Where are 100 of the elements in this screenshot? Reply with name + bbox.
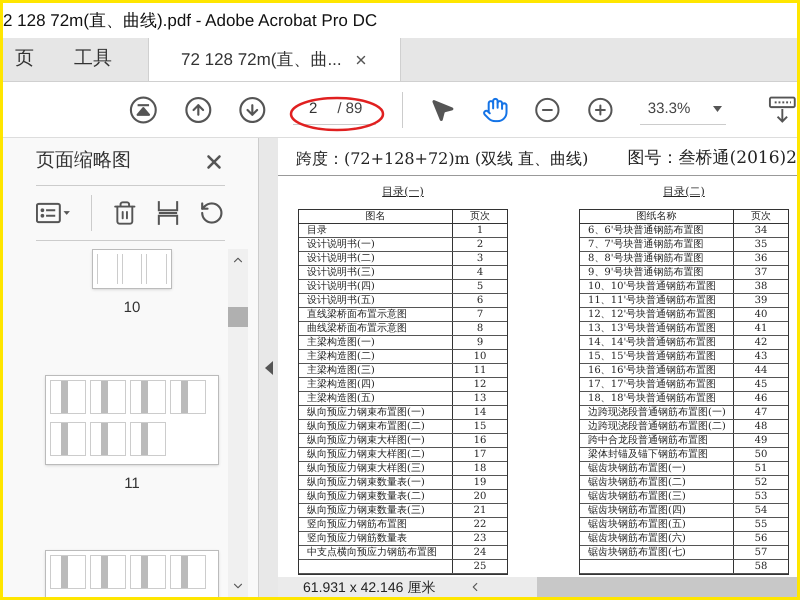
page-thumbnail[interactable] xyxy=(92,249,172,289)
table-cell: 边跨现浇段普通钢筋布置图(二) xyxy=(580,420,734,432)
column-header: 页次 xyxy=(750,210,772,222)
table-cell: 竖向预应力钢筋数量表 xyxy=(299,532,453,544)
horizontal-scroll-thumb[interactable] xyxy=(537,577,797,597)
delete-icon[interactable] xyxy=(112,199,138,227)
table-cell-text: 2 xyxy=(476,238,484,250)
table-cell: 6、6'号块普通钢筋布置图 xyxy=(580,224,734,236)
table-cell: 直线梁桥面布置示意图 xyxy=(299,308,453,320)
column-header: 页次 xyxy=(469,210,491,222)
crop-pages-icon[interactable] xyxy=(157,199,180,227)
table-cell-text: 44 xyxy=(754,364,768,376)
table-cell-text: 49 xyxy=(754,434,768,446)
collapse-arrow-icon[interactable] xyxy=(264,360,272,374)
table-cell-text: 19 xyxy=(472,476,488,488)
table-cell-text: 11 xyxy=(472,364,488,376)
table-cell-text: 22 xyxy=(472,518,488,530)
table-cell-text: 40 xyxy=(754,308,768,320)
scrollbar[interactable] xyxy=(228,249,248,597)
table-cell: 纵向预应力钢束数量表(三) xyxy=(299,504,453,516)
table-cell-text: 24 xyxy=(472,546,488,558)
table-cell: 12、12'号块普通钢筋布置图 xyxy=(580,308,734,320)
table-cell-text: 55 xyxy=(754,518,768,530)
table-cell-text: 34 xyxy=(754,224,768,236)
toc-title: 目录(一) xyxy=(382,184,424,200)
table-cell: 锯齿块钢筋布置图(四) xyxy=(580,504,734,516)
table-cell: 纵向预应力钢束大样图(三) xyxy=(299,462,453,474)
zoom-out-icon[interactable] xyxy=(534,96,562,124)
table-cell-text: 12 xyxy=(472,378,488,390)
table-cell: 16、16'号块普通钢筋布置图 xyxy=(580,364,734,376)
table-cell: 设计说明书(一) xyxy=(299,238,453,250)
table-cell: 11、11'号块普通钢筋布置图 xyxy=(580,294,734,306)
keyboard-download-icon[interactable] xyxy=(768,94,797,124)
caret-icon xyxy=(713,106,722,112)
table-cell: 设计说明书(五) xyxy=(299,294,453,306)
table-cell-text: 51 xyxy=(754,462,768,474)
table-cell: 设计说明书(三) xyxy=(299,266,453,278)
table-cell-text: 10 xyxy=(472,350,488,362)
table-cell: 主梁构造图(五) xyxy=(299,392,453,404)
table-cell-text: 48 xyxy=(754,420,768,432)
table-cell: 主梁构造图(四) xyxy=(299,378,453,390)
table-cell-text: 43 xyxy=(754,350,768,362)
table-cell-text: 58 xyxy=(754,560,768,572)
table-cell-text: 6 xyxy=(476,294,484,306)
zoom-dropdown[interactable]: 33.3% xyxy=(640,94,726,124)
table-cell: 主梁构造图(一) xyxy=(299,336,453,348)
table-cell-text: 41 xyxy=(754,322,768,334)
nav-tab[interactable]: 工具 xyxy=(62,38,124,81)
table-cell: 9、9'号块普通钢筋布置图 xyxy=(580,266,734,278)
table-cell-text: 17 xyxy=(472,448,488,460)
table-cell-text: 57 xyxy=(754,546,768,558)
table-cell: 边跨现浇段普通钢筋布置图(一) xyxy=(580,406,734,418)
table-cell-text: 16 xyxy=(472,434,488,446)
span-heading: 跨度：(72+128+72)m (双线 直、曲线) xyxy=(296,148,588,170)
window-title: 2 128 72m(直、曲线).pdf - Adobe Acrobat Pro DC xyxy=(3,10,378,32)
table-cell: 纵向预应力钢束大样图(一) xyxy=(299,434,453,446)
table-cell-text: 37 xyxy=(754,266,768,278)
document-tab[interactable]: 72 128 72m(直、曲... xyxy=(148,38,401,81)
table-cell: 8、8'号块普通钢筋布置图 xyxy=(580,252,734,264)
table-cell-text: 56 xyxy=(754,532,768,544)
scroll-thumb[interactable] xyxy=(228,307,248,327)
table-cell-text: 45 xyxy=(754,378,768,390)
hand-tool-icon[interactable] xyxy=(482,96,508,124)
zoom-in-icon[interactable] xyxy=(587,96,614,124)
table-cell: 锯齿块钢筋布置图(六) xyxy=(580,532,734,544)
toc-title: 目录(二) xyxy=(663,184,705,200)
table-cell: 纵向预应力钢束布置图(二) xyxy=(299,420,453,432)
column-header: 图名 xyxy=(299,210,453,222)
table-cell: 13、13'号块普通钢筋布置图 xyxy=(580,322,734,334)
table-cell: 设计说明书(四) xyxy=(299,280,453,292)
table-cell: 14、14'号块普通钢筋布置图 xyxy=(580,336,734,348)
table-cell-text: 15 xyxy=(472,420,488,432)
table-cell: 目录 xyxy=(299,224,453,236)
table-cell-text: 39 xyxy=(754,294,768,306)
table-cell: 曲线梁桥面布置示意图 xyxy=(299,322,453,334)
first-page-icon[interactable] xyxy=(129,94,158,124)
table-cell: 设计说明书(二) xyxy=(299,252,453,264)
previous-page-icon[interactable] xyxy=(184,94,212,124)
table-cell: 锯齿块钢筋布置图(一) xyxy=(580,462,734,474)
page-thumbnail[interactable] xyxy=(45,374,219,464)
page-number-label: 10 xyxy=(124,298,140,318)
page-number-label: 11 xyxy=(124,474,140,494)
table-cell-text: 35 xyxy=(754,238,768,250)
page-size-label: 61.931 x 42.146 厘米 xyxy=(303,578,436,596)
table-cell: 纵向预应力钢束数量表(一) xyxy=(299,476,453,488)
table-cell-text: 7 xyxy=(476,308,484,320)
table-cell-text: 8 xyxy=(476,322,484,334)
table-cell: 10、10'号块普通钢筋布置图 xyxy=(580,280,734,292)
table-cell-text: 54 xyxy=(754,504,768,516)
table-cell-text: 4 xyxy=(476,266,484,278)
table-cell: 中支点横向预应力钢筋布置图 xyxy=(299,546,453,558)
table-cell: 纵向预应力钢束大样图(二) xyxy=(299,448,453,460)
table-cell-text: 38 xyxy=(754,280,768,292)
table-cell: 跨中合龙段普通钢筋布置图 xyxy=(580,434,734,446)
table-cell-text: 5 xyxy=(476,280,484,292)
options-menu-icon[interactable] xyxy=(36,201,71,225)
table-cell: 锯齿块钢筋布置图(二) xyxy=(580,476,734,488)
nav-tab[interactable]: 页 xyxy=(3,38,46,81)
next-page-icon[interactable] xyxy=(238,94,267,124)
table-cell-text: 18 xyxy=(472,462,488,474)
